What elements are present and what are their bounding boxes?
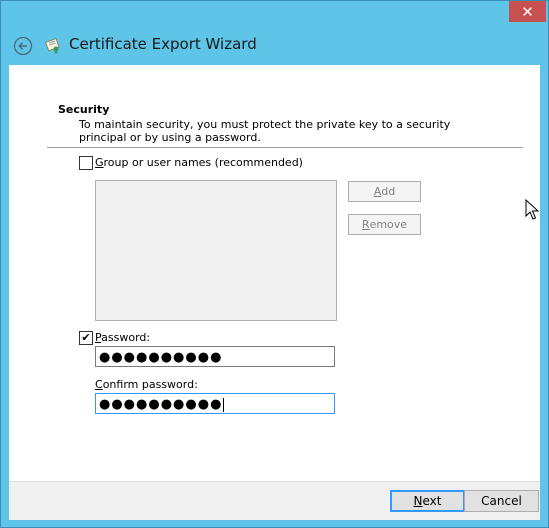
confirm-password-label: Confirm password: bbox=[95, 378, 198, 391]
text-caret bbox=[223, 397, 225, 412]
window-title: Certificate Export Wizard bbox=[69, 35, 257, 53]
checkmark-icon: ✔ bbox=[81, 331, 91, 344]
next-button[interactable]: Next bbox=[390, 490, 465, 512]
group-checkbox-label[interactable]: Group or user names (recommended) bbox=[95, 156, 303, 169]
back-arrow-icon[interactable] bbox=[13, 36, 33, 56]
group-checkbox[interactable] bbox=[79, 156, 93, 170]
remove-button[interactable]: Remove bbox=[348, 214, 421, 235]
cancel-button[interactable]: Cancel bbox=[464, 490, 539, 512]
password-checkbox[interactable]: ✔ bbox=[79, 331, 93, 345]
wizard-content: Security To maintain security, you must … bbox=[9, 65, 540, 481]
security-description: To maintain security, you must protect t… bbox=[79, 118, 451, 144]
wizard-window: ✕ Certificate Export Wizard Security To … bbox=[0, 0, 549, 528]
divider bbox=[47, 147, 523, 148]
certificate-icon bbox=[45, 38, 60, 54]
security-heading: Security bbox=[58, 103, 110, 116]
group-names-list bbox=[95, 180, 337, 321]
close-icon: ✕ bbox=[521, 2, 534, 21]
confirm-password-field[interactable]: ●●●●●●●●●● bbox=[95, 393, 335, 414]
password-checkbox-label[interactable]: Password: bbox=[95, 331, 150, 344]
wizard-footer: Next Cancel bbox=[9, 481, 540, 520]
mouse-pointer-icon bbox=[525, 199, 539, 220]
add-button[interactable]: Add bbox=[348, 181, 421, 202]
close-button[interactable]: ✕ bbox=[509, 1, 546, 22]
password-field[interactable]: ●●●●●●●●●● bbox=[95, 346, 335, 367]
